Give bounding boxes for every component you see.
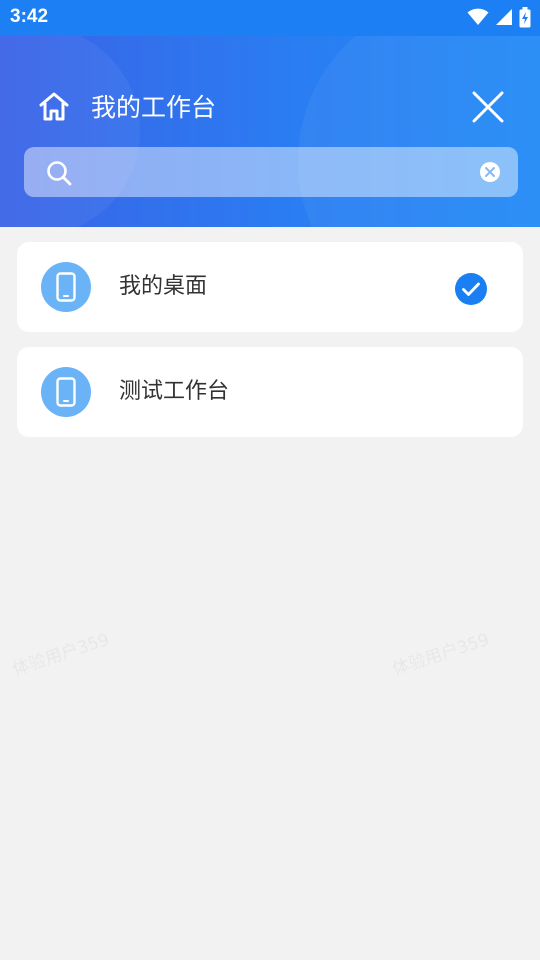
- watermark: 体验用户359: [9, 625, 112, 680]
- search-input[interactable]: [88, 155, 472, 191]
- home-icon[interactable]: [37, 90, 71, 124]
- phone-icon: [56, 377, 76, 407]
- workspace-item-test[interactable]: 测试工作台: [17, 347, 523, 437]
- wifi-icon: [467, 8, 489, 25]
- page-title: 我的工作台: [91, 93, 217, 122]
- watermark: 体验用户359: [389, 625, 492, 680]
- search-icon: [47, 161, 72, 186]
- workspace-list: 我的桌面 测试工作台: [17, 242, 523, 452]
- workspace-item-my-desktop[interactable]: 我的桌面: [17, 242, 523, 332]
- signal-icon: [496, 9, 512, 25]
- check-icon: [455, 273, 487, 305]
- workspace-label: 我的桌面: [119, 274, 208, 299]
- header-decoration: [0, 36, 140, 227]
- status-icons: [467, 6, 531, 28]
- clear-icon[interactable]: [479, 161, 501, 183]
- header-decoration: [298, 36, 540, 227]
- header: 我的工作台: [0, 36, 540, 227]
- close-icon[interactable]: [471, 90, 505, 124]
- battery-charging-icon: [519, 6, 531, 27]
- workspace-label: 测试工作台: [119, 379, 230, 404]
- workspace-avatar: [41, 262, 91, 312]
- status-bar: 3:42: [0, 0, 540, 36]
- search-bar[interactable]: [24, 147, 518, 197]
- workspace-avatar: [41, 367, 91, 417]
- status-time: 3:42: [10, 6, 49, 27]
- phone-icon: [56, 272, 76, 302]
